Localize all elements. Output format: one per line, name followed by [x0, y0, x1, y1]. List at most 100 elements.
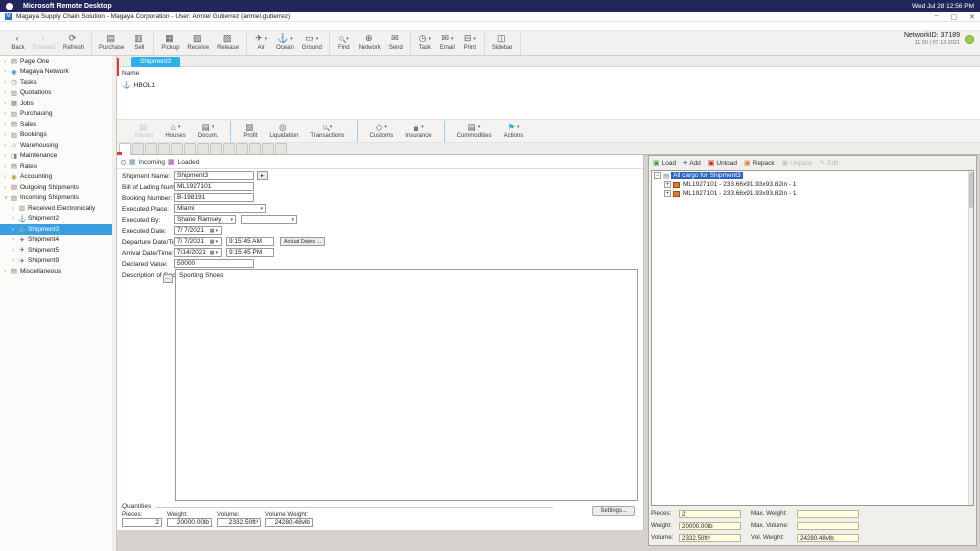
vol-weight-field[interactable]: 24280.48vlb: [797, 534, 859, 542]
actual-dates-button[interactable]: Actual Dates ...: [280, 237, 325, 246]
booking-number-input[interactable]: B-198191: [174, 193, 254, 202]
toolbar-button[interactable]: ◫Sidebar: [488, 32, 517, 55]
sidebar-item[interactable]: ▤ Rates: [0, 161, 116, 172]
sidebar-item[interactable]: ◉ Magaya Network: [0, 67, 116, 78]
cargo-toolbar-button[interactable]: ▣Unload: [708, 159, 737, 167]
ribbon-button[interactable]: ○▾Transactions: [304, 121, 350, 142]
executed-by-select[interactable]: Shane Ramsey: [174, 215, 236, 224]
sidebar-item[interactable]: ◨ Maintenance: [0, 151, 116, 162]
ribbon-button[interactable]: ▤▾Docum.: [192, 121, 225, 142]
incoming-radio[interactable]: [121, 160, 126, 165]
ribbon-button[interactable]: ◇▾Customs: [364, 121, 400, 142]
tree-expand-icon[interactable]: [664, 190, 671, 197]
tree-collapse-icon[interactable]: [654, 172, 661, 179]
max-volume-field[interactable]: [797, 522, 859, 530]
max-weight-field[interactable]: [797, 510, 859, 518]
sidebar-scrollbar[interactable]: [112, 56, 116, 551]
toolbar-button[interactable]: ✉▾Email: [436, 32, 459, 55]
departure-time-input[interactable]: 9:15:45 AM: [226, 237, 274, 246]
sidebar-item[interactable]: ▤ Page One: [0, 56, 116, 67]
weight-input[interactable]: 20000.00lb: [167, 518, 212, 527]
apple-icon[interactable]: [6, 3, 13, 10]
cargo-tree-root[interactable]: ▤ All cargo for Shipment3: [652, 171, 973, 180]
executed-place-select[interactable]: Miami: [174, 204, 266, 213]
minimize-button[interactable]: −: [934, 13, 938, 21]
sidebar-item[interactable]: ▤ Miscellaneous: [0, 266, 116, 277]
detail-tab[interactable]: [132, 143, 144, 154]
maximize-button[interactable]: ▢: [951, 13, 958, 21]
detail-tab[interactable]: [262, 143, 274, 154]
toolbar-button[interactable]: ⊕Network: [355, 32, 385, 55]
sidebar-item[interactable]: ✈ Shipment9: [0, 256, 116, 267]
ribbon-button[interactable]: ▤Master: [129, 121, 159, 142]
toolbar-button[interactable]: ▧Receive: [183, 32, 213, 55]
settings-button[interactable]: Settings...: [592, 506, 635, 516]
more-button[interactable]: ...: [163, 274, 173, 283]
bol-input[interactable]: ML1927101: [174, 182, 254, 191]
ribbon-button[interactable]: ⌂▾Houses: [159, 121, 191, 142]
ribbon-button[interactable]: ▤▾Commodities: [451, 121, 498, 142]
ribbon-button[interactable]: ∩▾Insurance: [399, 121, 437, 142]
totals-pieces-field[interactable]: 2: [679, 510, 741, 518]
sidebar-item[interactable]: ▥ Received Electronically: [0, 203, 116, 214]
toolbar-button[interactable]: ✈▾Air: [250, 32, 272, 55]
toolbar-button[interactable]: ▦Pickup: [157, 32, 183, 55]
sidebar-item[interactable]: ◉ Accounting: [0, 172, 116, 183]
cargo-toolbar-button[interactable]: ▣Load: [653, 159, 676, 167]
detail-tab[interactable]: [275, 143, 287, 154]
sidebar-item[interactable]: ▧ Purchasing: [0, 109, 116, 120]
close-button[interactable]: ✕: [969, 13, 975, 21]
arrival-time-input[interactable]: 9:15:45 PM: [226, 248, 274, 257]
list-item[interactable]: ⚓ HBOL1: [122, 81, 155, 89]
sidebar-item[interactable]: ▤ Sales: [0, 119, 116, 130]
sidebar-item[interactable]: ✈ Shipment5: [0, 245, 116, 256]
sidebar-item[interactable]: ✈ Shipment4: [0, 235, 116, 246]
departure-date-picker[interactable]: 7/ 7/2021: [174, 237, 222, 246]
toolbar-button[interactable]: ›Forward: [29, 32, 59, 55]
splitter-handle[interactable]: [117, 58, 119, 76]
detail-tab[interactable]: [249, 143, 261, 154]
toolbar-button[interactable]: ▭▾Ground: [298, 32, 326, 55]
detail-tab[interactable]: [158, 143, 170, 154]
toolbar-button[interactable]: ○▾Find: [333, 32, 355, 55]
tree-expand-icon[interactable]: [664, 181, 671, 188]
volume-input[interactable]: 2332.50ft³: [217, 518, 261, 527]
detail-tab[interactable]: [184, 143, 196, 154]
shipment-name-input[interactable]: Shipment3: [174, 171, 254, 180]
sidebar-item[interactable]: ▧ Outgoing Shipments: [0, 182, 116, 193]
executed-date-picker[interactable]: 7/ 7/2021: [174, 226, 222, 235]
ribbon-button[interactable]: ⚑▾Actions: [498, 121, 530, 142]
ribbon-button[interactable]: ◎Liquidation: [263, 121, 304, 142]
splitter-handle[interactable]: [117, 152, 122, 155]
executed-by-select-2[interactable]: [241, 215, 297, 224]
detail-tab[interactable]: [223, 143, 235, 154]
sidebar-item[interactable]: ▥ Quotations: [0, 88, 116, 99]
totals-volume-field[interactable]: 2332.50ft³: [679, 534, 741, 542]
document-tab-shipment3[interactable]: Shipment3: [131, 57, 180, 67]
cargo-toolbar-button[interactable]: ▣Repack: [744, 159, 775, 167]
sidebar-item[interactable]: ⚓ Shipment2: [0, 214, 116, 225]
declared-value-input[interactable]: 50000: [174, 259, 254, 268]
arrival-date-picker[interactable]: 7/14/2021: [174, 248, 222, 257]
toolbar-button[interactable]: ⚓▾Ocean: [272, 32, 298, 55]
cargo-tree-scrollbar[interactable]: [968, 171, 973, 505]
volume-weight-input[interactable]: 24280.48vlb: [265, 518, 313, 527]
toolbar-button[interactable]: ✉Send: [385, 32, 407, 55]
cargo-tree-item[interactable]: ML1927101 - 233.66x91.93x93.82in - 1: [652, 189, 973, 198]
cargo-toolbar-button[interactable]: +Add: [683, 160, 701, 167]
detail-tab[interactable]: [145, 143, 157, 154]
detail-tab[interactable]: [210, 143, 222, 154]
toolbar-button[interactable]: ▨Release: [213, 32, 243, 55]
toolbar-button[interactable]: ‹Back: [7, 32, 29, 55]
sidebar-item[interactable]: ◷ Tasks: [0, 77, 116, 88]
sidebar-item[interactable]: ⚓ Shipment3: [0, 224, 116, 235]
cargo-tree-item[interactable]: ML1927101 - 233.66x91.93x93.82in - 1: [652, 180, 973, 189]
toolbar-button[interactable]: ⊟▾Print: [459, 32, 481, 55]
toolbar-button[interactable]: ▤Purchase: [95, 32, 128, 55]
cargo-toolbar-button[interactable]: ▣Unpack: [782, 159, 813, 167]
sidebar-item[interactable]: ▦ Jobs: [0, 98, 116, 109]
active-app-name[interactable]: Microsoft Remote Desktop: [23, 3, 112, 10]
list-column-header[interactable]: Name: [122, 70, 139, 77]
toolbar-button[interactable]: ▥Sell: [128, 32, 150, 55]
menu-bar-clock[interactable]: Wed Jul 28 12:56 PM: [912, 3, 974, 10]
